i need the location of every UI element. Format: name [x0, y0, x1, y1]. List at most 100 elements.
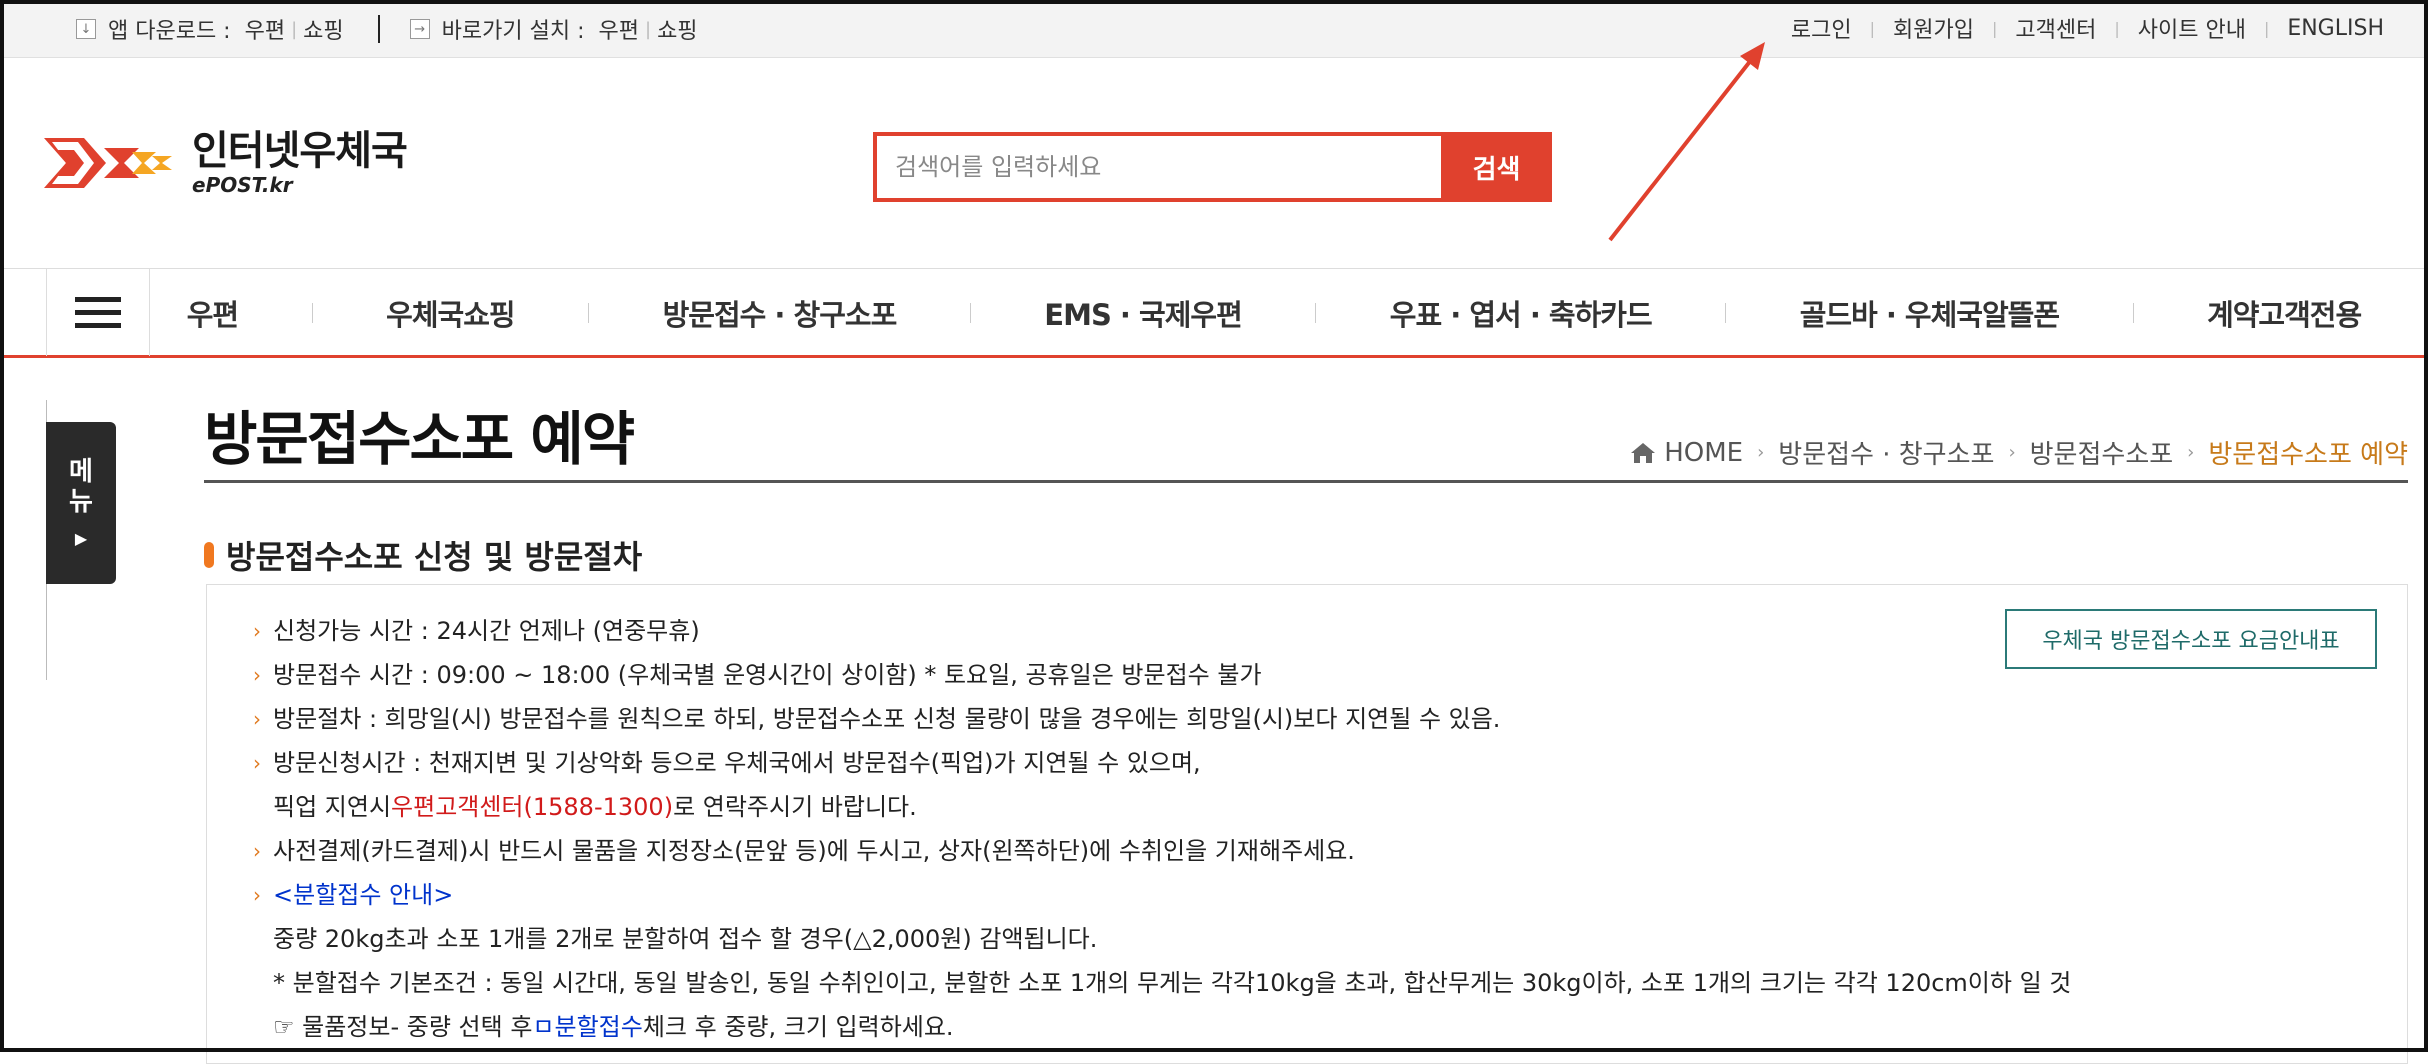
epost-logo-icon — [44, 138, 172, 188]
info-text: 방문신청시간 : 천재지변 및 기상악화 등으로 우체국에서 방문접수(픽업)가… — [273, 749, 1201, 777]
info-text: 픽업 지연시 — [273, 793, 392, 821]
nav-item-shopping[interactable]: 우체국쇼핑 — [386, 292, 515, 334]
shortcut-shop-link[interactable]: 쇼핑 — [657, 13, 697, 45]
split-guide-heading: <분할접수 안내> — [273, 881, 454, 909]
main-nav: 우편 우체국쇼핑 방문접수 · 창구소포 EMS · 국제우편 우표 · 엽서 … — [0, 268, 2428, 358]
info-text: 체크 후 중량, 크기 입력하세요. — [642, 1013, 954, 1041]
info-text: ☞ 물품정보- 중량 선택 후 — [273, 1013, 533, 1041]
info-list: › 신청가능 시간 : 24시간 언제나 (연중무휴) › 방문접수 시간 : … — [253, 609, 2071, 1049]
section-marker-icon — [204, 542, 214, 568]
info-text: 중량 20kg초과 소포 1개를 2개로 분할하여 접수 할 경우(△2,000… — [273, 925, 1098, 953]
side-menu-label-2: 뉴 — [69, 486, 93, 517]
nav-divider — [969, 302, 971, 323]
site-header: 인터넷우체국 ePOST.kr 검색 — [0, 58, 2428, 268]
chevron-right-icon: › — [2187, 442, 2195, 463]
search-input[interactable] — [873, 132, 1441, 202]
fee-guide-button[interactable]: 우체국 방문접수소포 요금안내표 — [2005, 609, 2377, 669]
breadcrumb: HOME › 방문접수 · 창구소포 › 방문접수소포 › 방문접수소포 예약 — [1630, 434, 2408, 471]
nav-item-post[interactable]: 우편 — [187, 292, 239, 334]
shortcut-post-link[interactable]: 우편 — [599, 13, 639, 45]
info-text: 사전결제(카드결제)시 반드시 물품을 지정장소(문앞 등)에 두시고, 상자(… — [273, 837, 1355, 865]
nav-item-ems[interactable]: EMS · 국제우편 — [1044, 292, 1242, 334]
list-item: 중량 20kg초과 소포 1개를 2개로 분할하여 접수 할 경우(△2,000… — [253, 917, 2071, 961]
page-title: 방문접수소포 예약 — [204, 405, 635, 473]
nav-items: 우편 우체국쇼핑 방문접수 · 창구소포 EMS · 국제우편 우표 · 엽서 … — [150, 269, 2398, 356]
logo-text: 인터넷우체국 ePOST.kr — [192, 128, 408, 197]
bullet-icon: › — [253, 663, 261, 687]
bullet-icon: › — [253, 751, 261, 775]
title-divider — [204, 480, 2408, 483]
list-item: › 신청가능 시간 : 24시간 언제나 (연중무휴) — [253, 609, 2071, 653]
logo-sub-text: ePOST.kr — [192, 173, 293, 197]
breadcrumb-home[interactable]: HOME — [1664, 438, 1743, 468]
side-menu-label-1: 메 — [69, 456, 93, 487]
list-item: › 방문접수 시간 : 09:00 ~ 18:00 (우체국별 운영시간이 상이… — [253, 653, 2071, 697]
signup-link[interactable]: 회원가입 — [1893, 12, 1974, 44]
nav-divider — [311, 302, 313, 323]
divider: | — [644, 18, 652, 40]
logo-main-text: 인터넷우체국 — [192, 128, 408, 174]
nav-item-stamps[interactable]: 우표 · 엽서 · 축하카드 — [1390, 292, 1653, 334]
hamburger-menu-icon[interactable] — [46, 269, 150, 356]
app-download-label: 앱 다운로드 : — [108, 19, 231, 44]
divider: | — [291, 18, 298, 40]
info-text: 신청가능 시간 : 24시간 언제나 (연중무휴) — [273, 617, 700, 645]
info-text: 방문절차 : 희망일(시) 방문접수를 원칙으로 하되, 방문접수소포 신청 물… — [273, 705, 1501, 733]
download-icon: ↓ — [76, 19, 96, 39]
section-title-text: 방문접수소포 신청 및 방문절차 — [226, 538, 643, 576]
list-item: * 분할접수 기본조건 : 동일 시간대, 동일 발송인, 동일 수취인이고, … — [253, 961, 2071, 1005]
list-item: › 사전결제(카드결제)시 반드시 물품을 지정장소(문앞 등)에 두시고, 상… — [253, 829, 2071, 873]
breadcrumb-current: 방문접수소포 예약 — [2208, 440, 2408, 470]
list-item: ☞ 물품정보- 중량 선택 후 ㅁ분할접수 체크 후 중량, 크기 입력하세요. — [253, 1005, 2071, 1049]
epost-logo[interactable]: 인터넷우체국 ePOST.kr — [44, 128, 408, 198]
nav-divider — [1315, 302, 1317, 323]
nav-divider — [2132, 302, 2134, 323]
customer-center-link[interactable]: 고객센터 — [2015, 12, 2096, 44]
bullet-icon: › — [253, 839, 261, 863]
nav-item-visit-parcel[interactable]: 방문접수 · 창구소포 — [663, 292, 898, 334]
caret-right-icon: ▶ — [74, 528, 88, 548]
english-link[interactable]: ENGLISH — [2287, 16, 2384, 41]
app-download-shop-link[interactable]: 쇼핑 — [303, 13, 343, 45]
chevron-right-icon: › — [2008, 442, 2016, 463]
chevron-right-icon: › — [1757, 442, 1765, 463]
breadcrumb-visit-pickup[interactable]: 방문접수소포 — [2030, 434, 2174, 471]
bullet-icon: › — [253, 883, 261, 907]
list-item: › <분할접수 안내> — [253, 873, 2071, 917]
site-guide-link[interactable]: 사이트 안내 — [2138, 12, 2246, 44]
customer-center-phone: 우편고객센터(1588-1300) — [391, 793, 674, 821]
home-icon — [1631, 442, 1656, 463]
section-title: 방문접수소포 신청 및 방문절차 — [204, 532, 642, 578]
download-links: ↓ 앱 다운로드 : 우편 | 쇼핑 → 바로가기 설치 : 우편 | 쇼핑 — [76, 13, 698, 45]
shortcut-arrow-icon: → — [409, 19, 430, 39]
bullet-icon: › — [253, 707, 261, 731]
nav-divider — [1725, 302, 1727, 323]
divider: | — [2114, 18, 2120, 38]
info-text: 방문접수 시간 : 09:00 ~ 18:00 (우체국별 운영시간이 상이함)… — [273, 661, 1262, 689]
app-download-post-link[interactable]: 우편 — [245, 13, 285, 45]
nav-divider — [588, 302, 590, 323]
list-item: 픽업 지연시 우편고객센터(1588-1300) 로 연락주시기 바랍니다. — [253, 785, 2071, 829]
top-utility-bar: ↓ 앱 다운로드 : 우편 | 쇼핑 → 바로가기 설치 : 우편 | 쇼핑 로… — [0, 0, 2428, 58]
divider: | — [2263, 18, 2270, 38]
group-divider — [377, 15, 380, 43]
nav-item-goldbar[interactable]: 골드바 · 우체국알뜰폰 — [1800, 292, 2060, 334]
list-item: › 방문절차 : 희망일(시) 방문접수를 원칙으로 하되, 방문접수소포 신청… — [253, 697, 2071, 741]
nav-item-contract[interactable]: 계약고객전용 — [2207, 292, 2362, 334]
breadcrumb-visit-parcel[interactable]: 방문접수 · 창구소포 — [1778, 434, 1994, 471]
divider: | — [1991, 18, 1998, 38]
annotation-arrow-icon — [1608, 42, 1765, 242]
info-box: › 신청가능 시간 : 24시간 언제나 (연중무휴) › 방문접수 시간 : … — [206, 584, 2408, 1064]
info-text: * 분할접수 기본조건 : 동일 시간대, 동일 발송인, 동일 수취인이고, … — [273, 969, 2072, 997]
divider: | — [1869, 18, 1876, 38]
shortcut-label: 바로가기 설치 : — [441, 19, 585, 44]
side-menu-toggle[interactable]: 메 뉴 ▶ — [46, 422, 116, 584]
info-text: 로 연락주시기 바랍니다. — [673, 793, 917, 821]
login-link[interactable]: 로그인 — [1791, 12, 1852, 44]
search-bar: 검색 — [873, 132, 1552, 202]
list-item: › 방문신청시간 : 천재지변 및 기상악화 등으로 우체국에서 방문접수(픽업… — [253, 741, 2071, 785]
search-button[interactable]: 검색 — [1441, 132, 1552, 202]
bullet-icon: › — [253, 619, 261, 643]
split-checkbox-label: ㅁ분할접수 — [532, 1013, 643, 1041]
account-links: 로그인 | 회원가입 | 고객센터 | 사이트 안내 | ENGLISH — [1791, 12, 2384, 44]
